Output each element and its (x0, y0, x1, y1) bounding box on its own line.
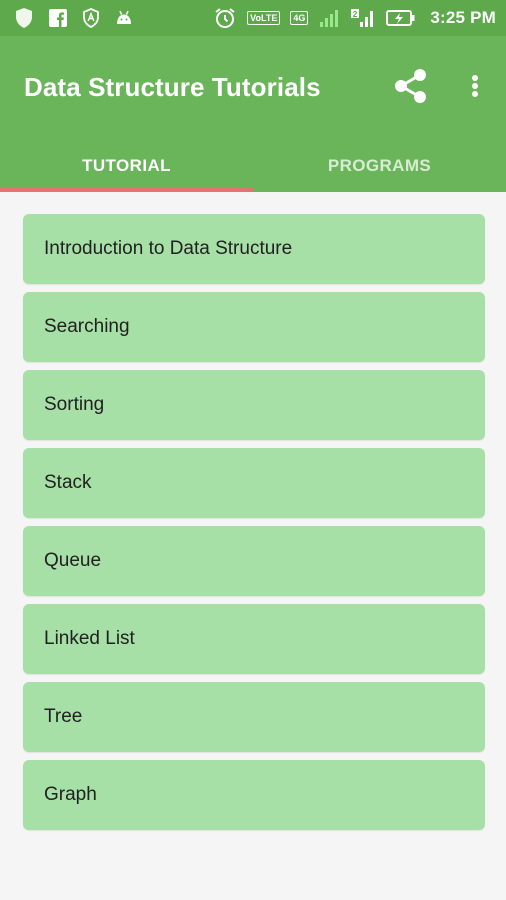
share-icon[interactable] (391, 66, 431, 106)
4g-icon: 4G (290, 11, 309, 25)
topic-linked-list[interactable]: Linked List (23, 604, 485, 674)
status-right-icons: VoLTE 4G 2 3:25 PM (213, 6, 496, 30)
alarm-icon (213, 6, 237, 30)
topic-introduction[interactable]: Introduction to Data Structure (23, 214, 485, 284)
android-icon (114, 9, 134, 27)
vpn-icon (82, 8, 100, 28)
topic-label: Sorting (44, 394, 105, 415)
topic-list: Introduction to Data Structure Searching… (23, 214, 485, 838)
tab-indicator (0, 188, 253, 192)
status-time: 3:25 PM (430, 8, 496, 27)
svg-text:2: 2 (353, 10, 358, 19)
topic-label: Tree (44, 706, 83, 727)
topic-label: Searching (44, 316, 130, 337)
tab-tutorial[interactable]: TUTORIAL (0, 140, 253, 192)
signal-2-icon: 2 (350, 7, 376, 29)
status-bar: VoLTE 4G 2 3:25 PM (0, 0, 506, 36)
page-title: Data Structure Tutorials (24, 72, 321, 102)
facebook-icon (48, 8, 68, 28)
topic-tree[interactable]: Tree (23, 682, 485, 752)
topic-graph[interactable]: Graph (23, 760, 485, 830)
topic-label: Queue (44, 550, 102, 571)
signal-icon (318, 7, 340, 29)
topic-queue[interactable]: Queue (23, 526, 485, 596)
app-bar: Data Structure Tutorials TUTORIAL PROGRA… (0, 36, 506, 192)
topic-label: Graph (44, 784, 97, 805)
topic-label: Introduction to Data Structure (44, 238, 293, 259)
battery-charging-icon (386, 8, 416, 28)
tab-programs[interactable]: PROGRAMS (253, 140, 506, 192)
more-vert-icon[interactable] (463, 68, 487, 104)
topic-searching[interactable]: Searching (23, 292, 485, 362)
topic-sorting[interactable]: Sorting (23, 370, 485, 440)
topic-label: Linked List (44, 628, 135, 649)
topic-stack[interactable]: Stack (23, 448, 485, 518)
volte-icon: VoLTE (247, 11, 281, 25)
topic-label: Stack (44, 472, 92, 493)
tab-tutorial-label: TUTORIAL (82, 156, 171, 175)
tab-bar: TUTORIAL PROGRAMS (0, 140, 506, 192)
status-left-icons (14, 7, 134, 29)
shield-icon (14, 7, 34, 29)
tab-programs-label: PROGRAMS (327, 156, 432, 175)
